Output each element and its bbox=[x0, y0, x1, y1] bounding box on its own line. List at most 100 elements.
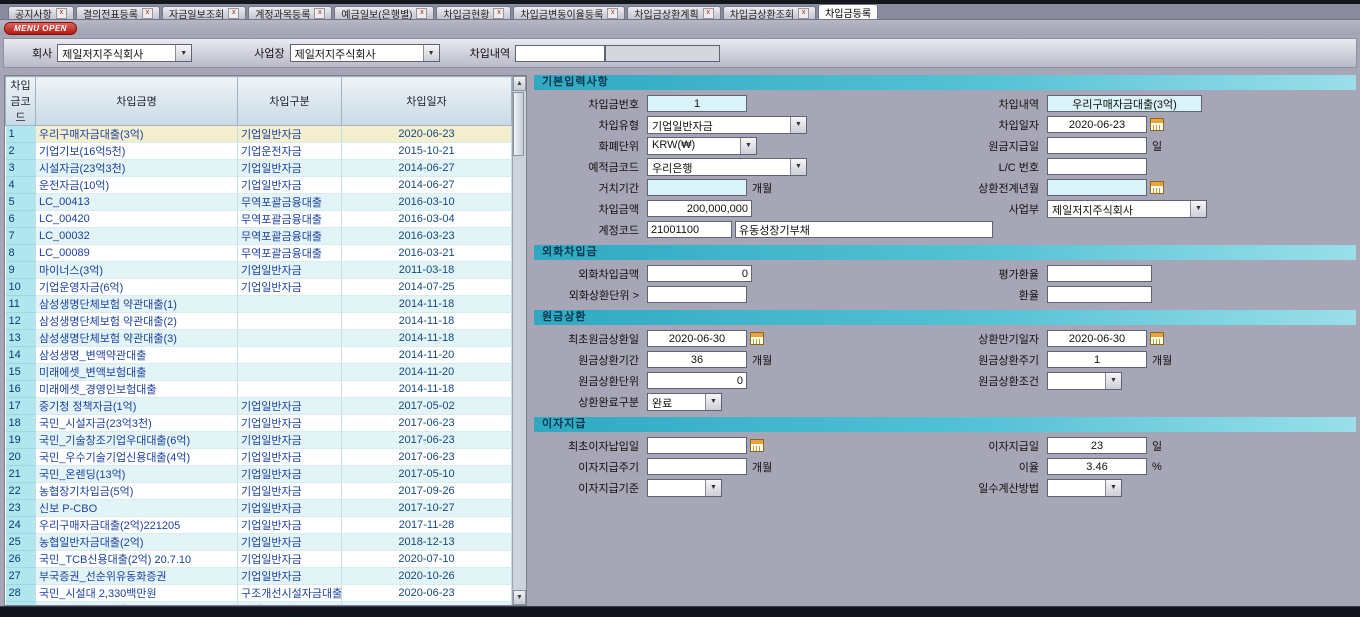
account-name-input[interactable] bbox=[735, 221, 993, 238]
first-interest-date-input[interactable] bbox=[647, 437, 747, 454]
table-row[interactable]: 17중기청 정책자금(1억)기업일반자금2017-05-02 bbox=[6, 398, 512, 415]
tab-9[interactable]: 차입금상환조회x bbox=[723, 6, 816, 19]
company-select[interactable]: 제일저지주식회사 ▼ bbox=[57, 44, 192, 62]
interest-pay-day-input[interactable] bbox=[1047, 437, 1147, 454]
table-row[interactable]: 3시설자금(23억3천)기업일반자금2014-06-27 bbox=[6, 160, 512, 177]
lc-no-label: L/C 번호 bbox=[939, 159, 1047, 175]
col-header-name[interactable]: 차입금명 bbox=[36, 77, 238, 126]
grace-period-input[interactable] bbox=[647, 179, 747, 196]
table-row[interactable]: 26국민_TCB신용대출(2억) 20.7.10기업일반자금2020-07-10 bbox=[6, 551, 512, 568]
table-row[interactable]: 10기업운영자금(6억)기업일반자금2014-07-25 bbox=[6, 279, 512, 296]
calendar-icon[interactable] bbox=[750, 439, 764, 452]
table-row[interactable]: 14삼성생명_변액약관대출2014-11-20 bbox=[6, 347, 512, 364]
table-row[interactable]: 25농협일반자금대출(2억)기업일반자금2018-12-13 bbox=[6, 534, 512, 551]
principal-pay-day-input[interactable] bbox=[1047, 137, 1147, 154]
table-row[interactable]: 27부국증권_선순위유동화증권기업일반자금2020-10-26 bbox=[6, 568, 512, 585]
tab-close-icon[interactable]: x bbox=[607, 8, 618, 19]
table-row[interactable]: 6LC_00420무역포괄금융대출2016-03-04 bbox=[6, 211, 512, 228]
lc-no-input[interactable] bbox=[1047, 158, 1147, 175]
table-scrollbar[interactable]: ▲ ▼ bbox=[512, 76, 526, 605]
table-row[interactable]: 29국민_기술창조기업우대(4억)기업운전자금2020-06-23 bbox=[6, 602, 512, 606]
loan-class-cell: 기업일반자금 bbox=[238, 500, 342, 517]
table-row[interactable]: 11삼성생명단체보험 약관대출(1)2014-11-18 bbox=[6, 296, 512, 313]
tab-close-icon[interactable]: x bbox=[228, 8, 239, 19]
account-code-input[interactable] bbox=[647, 221, 732, 238]
day-count-method-select[interactable]: ▼ bbox=[1047, 479, 1122, 497]
division-select[interactable]: 제일저지주식회사 ▼ bbox=[1047, 200, 1207, 218]
tab-close-icon[interactable]: x bbox=[56, 8, 67, 19]
exchange-rate-input[interactable] bbox=[1047, 286, 1152, 303]
table-row[interactable]: 2기업기보(16억5천)기업운전자금2015-10-21 bbox=[6, 143, 512, 160]
table-row[interactable]: 7LC_00032무역포괄금융대출2016-03-23 bbox=[6, 228, 512, 245]
tab-close-icon[interactable]: x bbox=[314, 8, 325, 19]
tab-10[interactable]: 차입금등록 bbox=[818, 4, 878, 19]
section-interest-title: 이자지급 bbox=[534, 417, 1356, 432]
interest-rate-input[interactable] bbox=[1047, 458, 1147, 475]
calendar-icon[interactable] bbox=[1150, 332, 1164, 345]
first-principal-date-input[interactable] bbox=[647, 330, 747, 347]
repay-period-input[interactable] bbox=[647, 351, 747, 368]
table-row[interactable]: 28국민_시설대 2,330백만원구조개선시설자금대출2020-06-23 bbox=[6, 585, 512, 602]
table-row[interactable]: 1우리구매자금대출(3억)기업일반자금2020-06-23 bbox=[6, 126, 512, 143]
currency-select[interactable]: KRW(₩) ▼ bbox=[647, 137, 757, 155]
scrollbar-track[interactable] bbox=[513, 91, 526, 590]
table-row[interactable]: 13삼성생명단체보험 약관대출(3)2014-11-18 bbox=[6, 330, 512, 347]
loan-no-input[interactable] bbox=[647, 95, 747, 112]
table-row[interactable]: 20국민_우수기술기업신용대출(4억)기업일반자금2017-06-23 bbox=[6, 449, 512, 466]
loan-type-select[interactable]: 기업일반자금 ▼ bbox=[647, 116, 807, 134]
col-header-date[interactable]: 차입일자 bbox=[342, 77, 512, 126]
repay-unit-input[interactable] bbox=[647, 372, 747, 389]
tab-close-icon[interactable]: x bbox=[142, 8, 153, 19]
tab-close-icon[interactable]: x bbox=[416, 8, 427, 19]
menu-open-button[interactable]: MENU OPEN bbox=[4, 22, 77, 35]
tab-3[interactable]: 자금일보조회x bbox=[162, 6, 246, 19]
col-header-class[interactable]: 차입구분 bbox=[238, 77, 342, 126]
site-select[interactable]: 제일저지주식회사 ▼ bbox=[290, 44, 440, 62]
tab-4[interactable]: 계정과목등록x bbox=[248, 6, 332, 19]
eval-rate-input[interactable] bbox=[1047, 265, 1152, 282]
table-row[interactable]: 16미래에셋_경영인보험대출2014-11-18 bbox=[6, 381, 512, 398]
loan-detail-input[interactable] bbox=[515, 45, 605, 62]
loan-date-input[interactable] bbox=[1047, 116, 1147, 133]
tab-7[interactable]: 차입금변동이율등록x bbox=[513, 6, 625, 19]
deposit-code-select[interactable]: 우리은행 ▼ bbox=[647, 158, 807, 176]
calendar-icon[interactable] bbox=[1150, 118, 1164, 131]
interest-basis-select[interactable]: ▼ bbox=[647, 479, 722, 497]
table-row[interactable]: 9마이너스(3억)기업일반자금2011-03-18 bbox=[6, 262, 512, 279]
table-row[interactable]: 12삼성생명단체보험 약관대출(2)2014-11-18 bbox=[6, 313, 512, 330]
table-row[interactable]: 8LC_00089무역포괄금융대출2016-03-21 bbox=[6, 245, 512, 262]
table-row[interactable]: 21국민_온렌딩(13억)기업일반자금2017-05-10 bbox=[6, 466, 512, 483]
tab-1[interactable]: 공지사항x bbox=[8, 6, 74, 19]
table-row[interactable]: 24우리구매자금대출(2억)221205기업일반자금2017-11-28 bbox=[6, 517, 512, 534]
scroll-up-icon[interactable]: ▲ bbox=[513, 76, 526, 91]
fx-amount-input[interactable] bbox=[647, 265, 752, 282]
tab-5[interactable]: 예금일보(은행별)x bbox=[334, 6, 434, 19]
calendar-icon[interactable] bbox=[1150, 181, 1164, 194]
fx-repay-unit-input[interactable] bbox=[647, 286, 747, 303]
table-row[interactable]: 22농협장기차입금(5억)기업일반자금2017-09-26 bbox=[6, 483, 512, 500]
tab-close-icon[interactable]: x bbox=[493, 8, 504, 19]
tab-8[interactable]: 차입금상환계획x bbox=[627, 6, 720, 19]
repay-cycle-input[interactable] bbox=[1047, 351, 1147, 368]
scroll-down-icon[interactable]: ▼ bbox=[513, 590, 526, 605]
interest-cycle-input[interactable] bbox=[647, 458, 747, 475]
table-row[interactable]: 23신보 P-CBO기업일반자금2017-10-27 bbox=[6, 500, 512, 517]
maturity-date-input[interactable] bbox=[1047, 330, 1147, 347]
table-row[interactable]: 19국민_기술창조기업우대대출(6억)기업일반자금2017-06-23 bbox=[6, 432, 512, 449]
table-row[interactable]: 15미래에셋_변액보험대출2014-11-20 bbox=[6, 364, 512, 381]
scrollbar-thumb[interactable] bbox=[513, 92, 524, 156]
table-row[interactable]: 5LC_00413무역포괄금융대출2016-03-10 bbox=[6, 194, 512, 211]
tab-2[interactable]: 결의전표등록x bbox=[76, 6, 160, 19]
pre-repay-ym-input[interactable] bbox=[1047, 179, 1147, 196]
repay-complete-select[interactable]: 완료 ▼ bbox=[647, 393, 722, 411]
tab-6[interactable]: 차입금현황x bbox=[436, 6, 511, 19]
table-row[interactable]: 4운전자금(10억)기업일반자금2014-06-27 bbox=[6, 177, 512, 194]
tab-close-icon[interactable]: x bbox=[703, 8, 714, 19]
calendar-icon[interactable] bbox=[750, 332, 764, 345]
loan-name-input[interactable] bbox=[1047, 95, 1202, 112]
loan-amount-input[interactable] bbox=[647, 200, 752, 217]
col-header-code[interactable]: 차입금코드 bbox=[6, 77, 36, 126]
repay-condition-select[interactable]: ▼ bbox=[1047, 372, 1122, 390]
table-row[interactable]: 18국민_시설자금(23억3천)기업일반자금2017-06-23 bbox=[6, 415, 512, 432]
tab-close-icon[interactable]: x bbox=[798, 8, 809, 19]
